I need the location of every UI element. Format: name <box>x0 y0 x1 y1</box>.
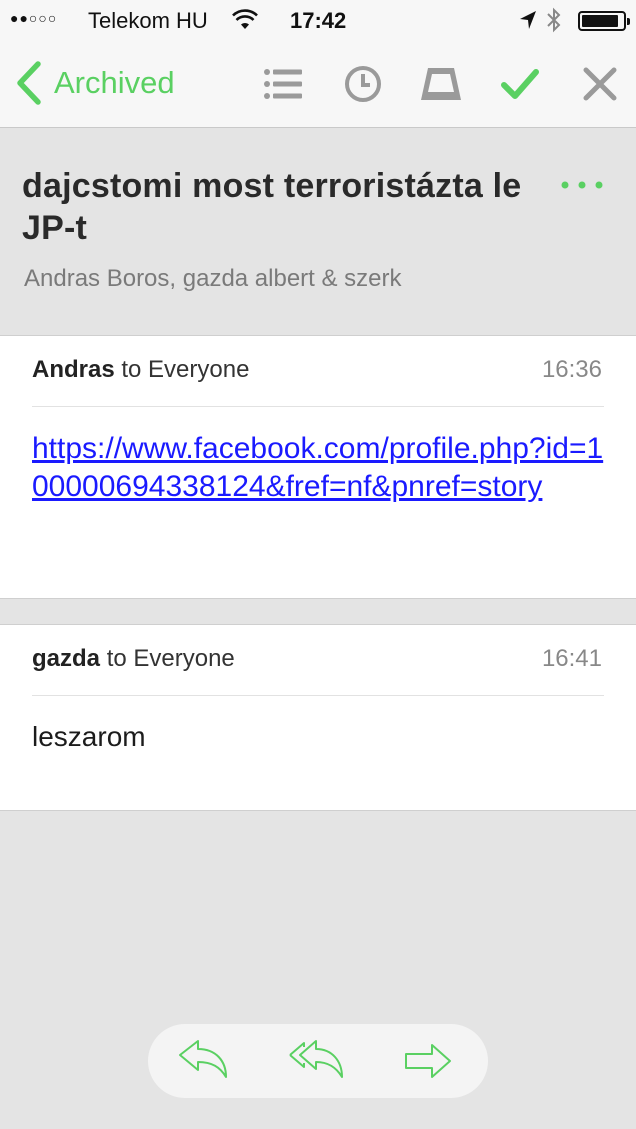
message-recipient: to Everyone <box>106 645 235 672</box>
status-bar: ●●○○○ Telekom HU 17:42 <box>0 0 636 42</box>
thread-title: dajcstomi most terroristázta le JP-t <box>22 167 522 247</box>
list-icon[interactable] <box>261 62 305 106</box>
message-card: gazda to Everyone 16:41 leszarom <box>0 624 636 811</box>
chevron-left-icon <box>17 61 41 105</box>
forward-icon[interactable] <box>400 1037 456 1085</box>
reply-toolbar <box>148 1024 488 1098</box>
message-time: 16:41 <box>541 645 602 672</box>
divider <box>32 695 604 696</box>
ellipsis-icon <box>561 181 603 189</box>
clock-icon[interactable] <box>341 62 385 106</box>
message-sender: gazda <box>32 645 101 672</box>
wifi-icon <box>232 9 258 37</box>
message-card: Andras to Everyone 16:36 https://www.fac… <box>0 335 636 599</box>
divider <box>32 406 604 407</box>
message-header: Andras to Everyone <box>32 356 249 384</box>
message-body: leszarom <box>32 721 146 752</box>
reply-icon[interactable] <box>176 1037 232 1085</box>
carrier-name: Telekom HU <box>88 8 208 33</box>
close-icon[interactable] <box>578 62 622 106</box>
message-link[interactable]: https://www.facebook.com/profile.php?id=… <box>32 430 607 506</box>
clock-time: 17:42 <box>290 8 347 33</box>
message-recipient: to Everyone <box>121 356 250 383</box>
back-button-label: Archived <box>54 65 175 100</box>
thread-participants: Andras Boros, gazda albert & szerk <box>24 265 402 292</box>
battery-level <box>582 15 618 27</box>
signal-strength: ●●○○○ <box>10 10 58 26</box>
nav-bar: Archived <box>0 42 636 128</box>
back-button[interactable]: Archived <box>14 60 175 106</box>
location-arrow-icon <box>518 9 538 37</box>
more-options-button[interactable] <box>556 173 608 197</box>
inbox-tray-icon[interactable] <box>419 62 463 106</box>
message-sender: Andras <box>32 356 115 383</box>
message-time: 16:36 <box>541 356 602 383</box>
reply-all-icon[interactable] <box>288 1037 344 1085</box>
bluetooth-icon <box>546 7 562 39</box>
thread-header: dajcstomi most terroristázta le JP-t And… <box>0 129 636 335</box>
message-header: gazda to Everyone <box>32 645 235 673</box>
battery-icon <box>578 11 630 31</box>
checkmark-icon[interactable] <box>498 62 542 106</box>
